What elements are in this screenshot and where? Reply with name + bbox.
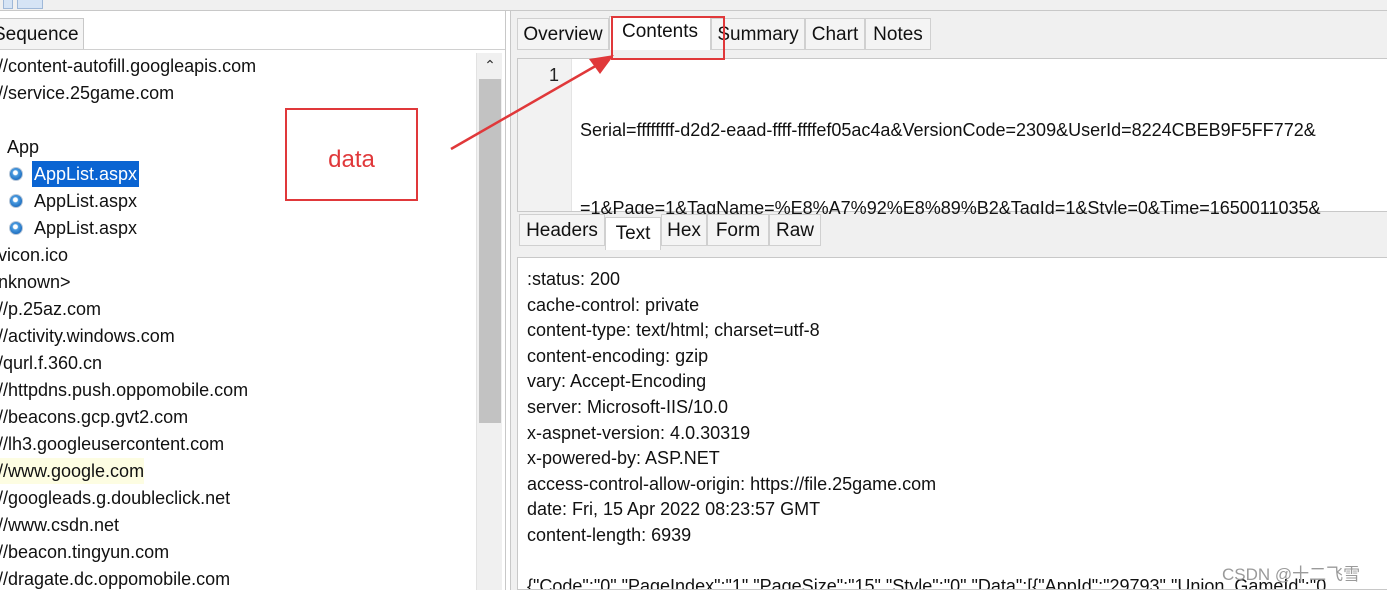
tab-text[interactable]: Text [605, 217, 661, 250]
annotation-label: data [328, 146, 375, 173]
detail-pane: Overview Contents Summary Chart Notes 1 … [510, 11, 1387, 590]
annotation-box: data [285, 108, 418, 201]
tree-item-label: AppList.aspx [34, 218, 138, 238]
tab-overview[interactable]: Overview [517, 18, 609, 50]
request-icon [9, 194, 23, 208]
response-line: cache-control: private [527, 294, 700, 315]
response-line: access-control-allow-origin: https://fil… [527, 473, 937, 494]
sequence-pane: Sequence //content-autofill.googleapis.c… [0, 11, 506, 590]
tree-item-label: //www.google.com [0, 458, 145, 484]
line-number-gutter: 1 [518, 59, 572, 211]
tree-item-label: AppList.aspx [32, 161, 140, 187]
tree-item-label: vicon.ico [0, 245, 69, 265]
watermark: CSDN @十二飞雪 [1222, 565, 1361, 584]
tree-item-label: //activity.windows.com [0, 326, 175, 346]
scrollbar-thumb[interactable] [479, 79, 501, 423]
tree-item-label: //httpdns.push.oppomobile.com [0, 380, 249, 400]
response-line: :status: 200 [527, 269, 621, 289]
response-line: content-type: text/html; charset=utf-8 [527, 320, 820, 341]
sequence-tab-label: Sequence [0, 24, 79, 45]
sequence-tab[interactable]: Sequence [0, 18, 84, 50]
request-body-editor[interactable]: 1 Serial=ffffffff-d2d2-eaad-ffff-ffffef0… [517, 58, 1387, 296]
scroll-up-icon[interactable]: ⌃ [484, 58, 496, 72]
tree-item-label: //service.25game.com [0, 83, 175, 103]
tab-raw[interactable]: Raw [769, 214, 821, 246]
line-number: 1 [548, 65, 559, 85]
response-line: x-aspnet-version: 4.0.30319 [527, 422, 751, 443]
tab-headers[interactable]: Headers [519, 214, 605, 246]
request-icon [9, 221, 23, 235]
tree-item-label: //p.25az.com [0, 299, 102, 319]
tree-item-label: AppList.aspx [34, 191, 138, 211]
tree-item-label: //www.csdn.net [0, 515, 120, 535]
tree-item-label: //googleads.g.doubleclick.net [0, 488, 231, 508]
toolbar-strip [0, 0, 1387, 11]
response-line: content-encoding: gzip [527, 345, 709, 366]
toolbar-button-active[interactable] [17, 0, 43, 9]
annotation-highlight-contents-tab [611, 16, 725, 60]
tree-item-label: //lh3.googleusercontent.com [0, 434, 225, 454]
tree-item-label: //beacon.tingyun.com [0, 542, 170, 562]
toolbar-button[interactable] [3, 0, 13, 9]
response-line [527, 549, 1326, 575]
tab-form[interactable]: Form [707, 214, 769, 246]
tab-summary[interactable]: Summary [711, 18, 805, 50]
response-line: {"Code":"0","PageIndex":"1","PageSize":"… [527, 576, 1327, 590]
response-line: server: Microsoft-IIS/10.0 [527, 396, 729, 417]
tree-item-label: nknown> [0, 272, 71, 292]
tab-chart[interactable]: Chart [805, 18, 865, 50]
response-line: vary: Accept-Encoding [527, 371, 707, 392]
vertical-scrollbar[interactable]: ⌃ [476, 53, 502, 590]
request-icon [9, 167, 23, 181]
tree-item-label: //content-autofill.googleapis.com [0, 56, 257, 76]
response-tab-bar: Headers Text Hex Form Raw [517, 214, 1387, 250]
divider [0, 49, 505, 50]
request-line: Serial=ffffffff-d2d2-eaad-ffff-ffffef05a… [580, 120, 1316, 140]
response-line: content-length: 6939 [527, 524, 692, 545]
tree-item-label: //dragate.dc.oppomobile.com [0, 569, 231, 589]
response-line: date: Fri, 15 Apr 2022 08:23:57 GMT [527, 499, 821, 520]
response-line: x-powered-by: ASP.NET [527, 448, 720, 469]
tab-hex[interactable]: Hex [661, 214, 707, 246]
tree-item-label: App [7, 137, 40, 157]
tree-item-label: //beacons.gcp.gvt2.com [0, 407, 189, 427]
tree-item-label: /qurl.f.360.cn [0, 353, 103, 373]
tab-notes[interactable]: Notes [865, 18, 931, 50]
response-text-view[interactable]: :status: 200 cache-control: private cont… [517, 257, 1387, 590]
